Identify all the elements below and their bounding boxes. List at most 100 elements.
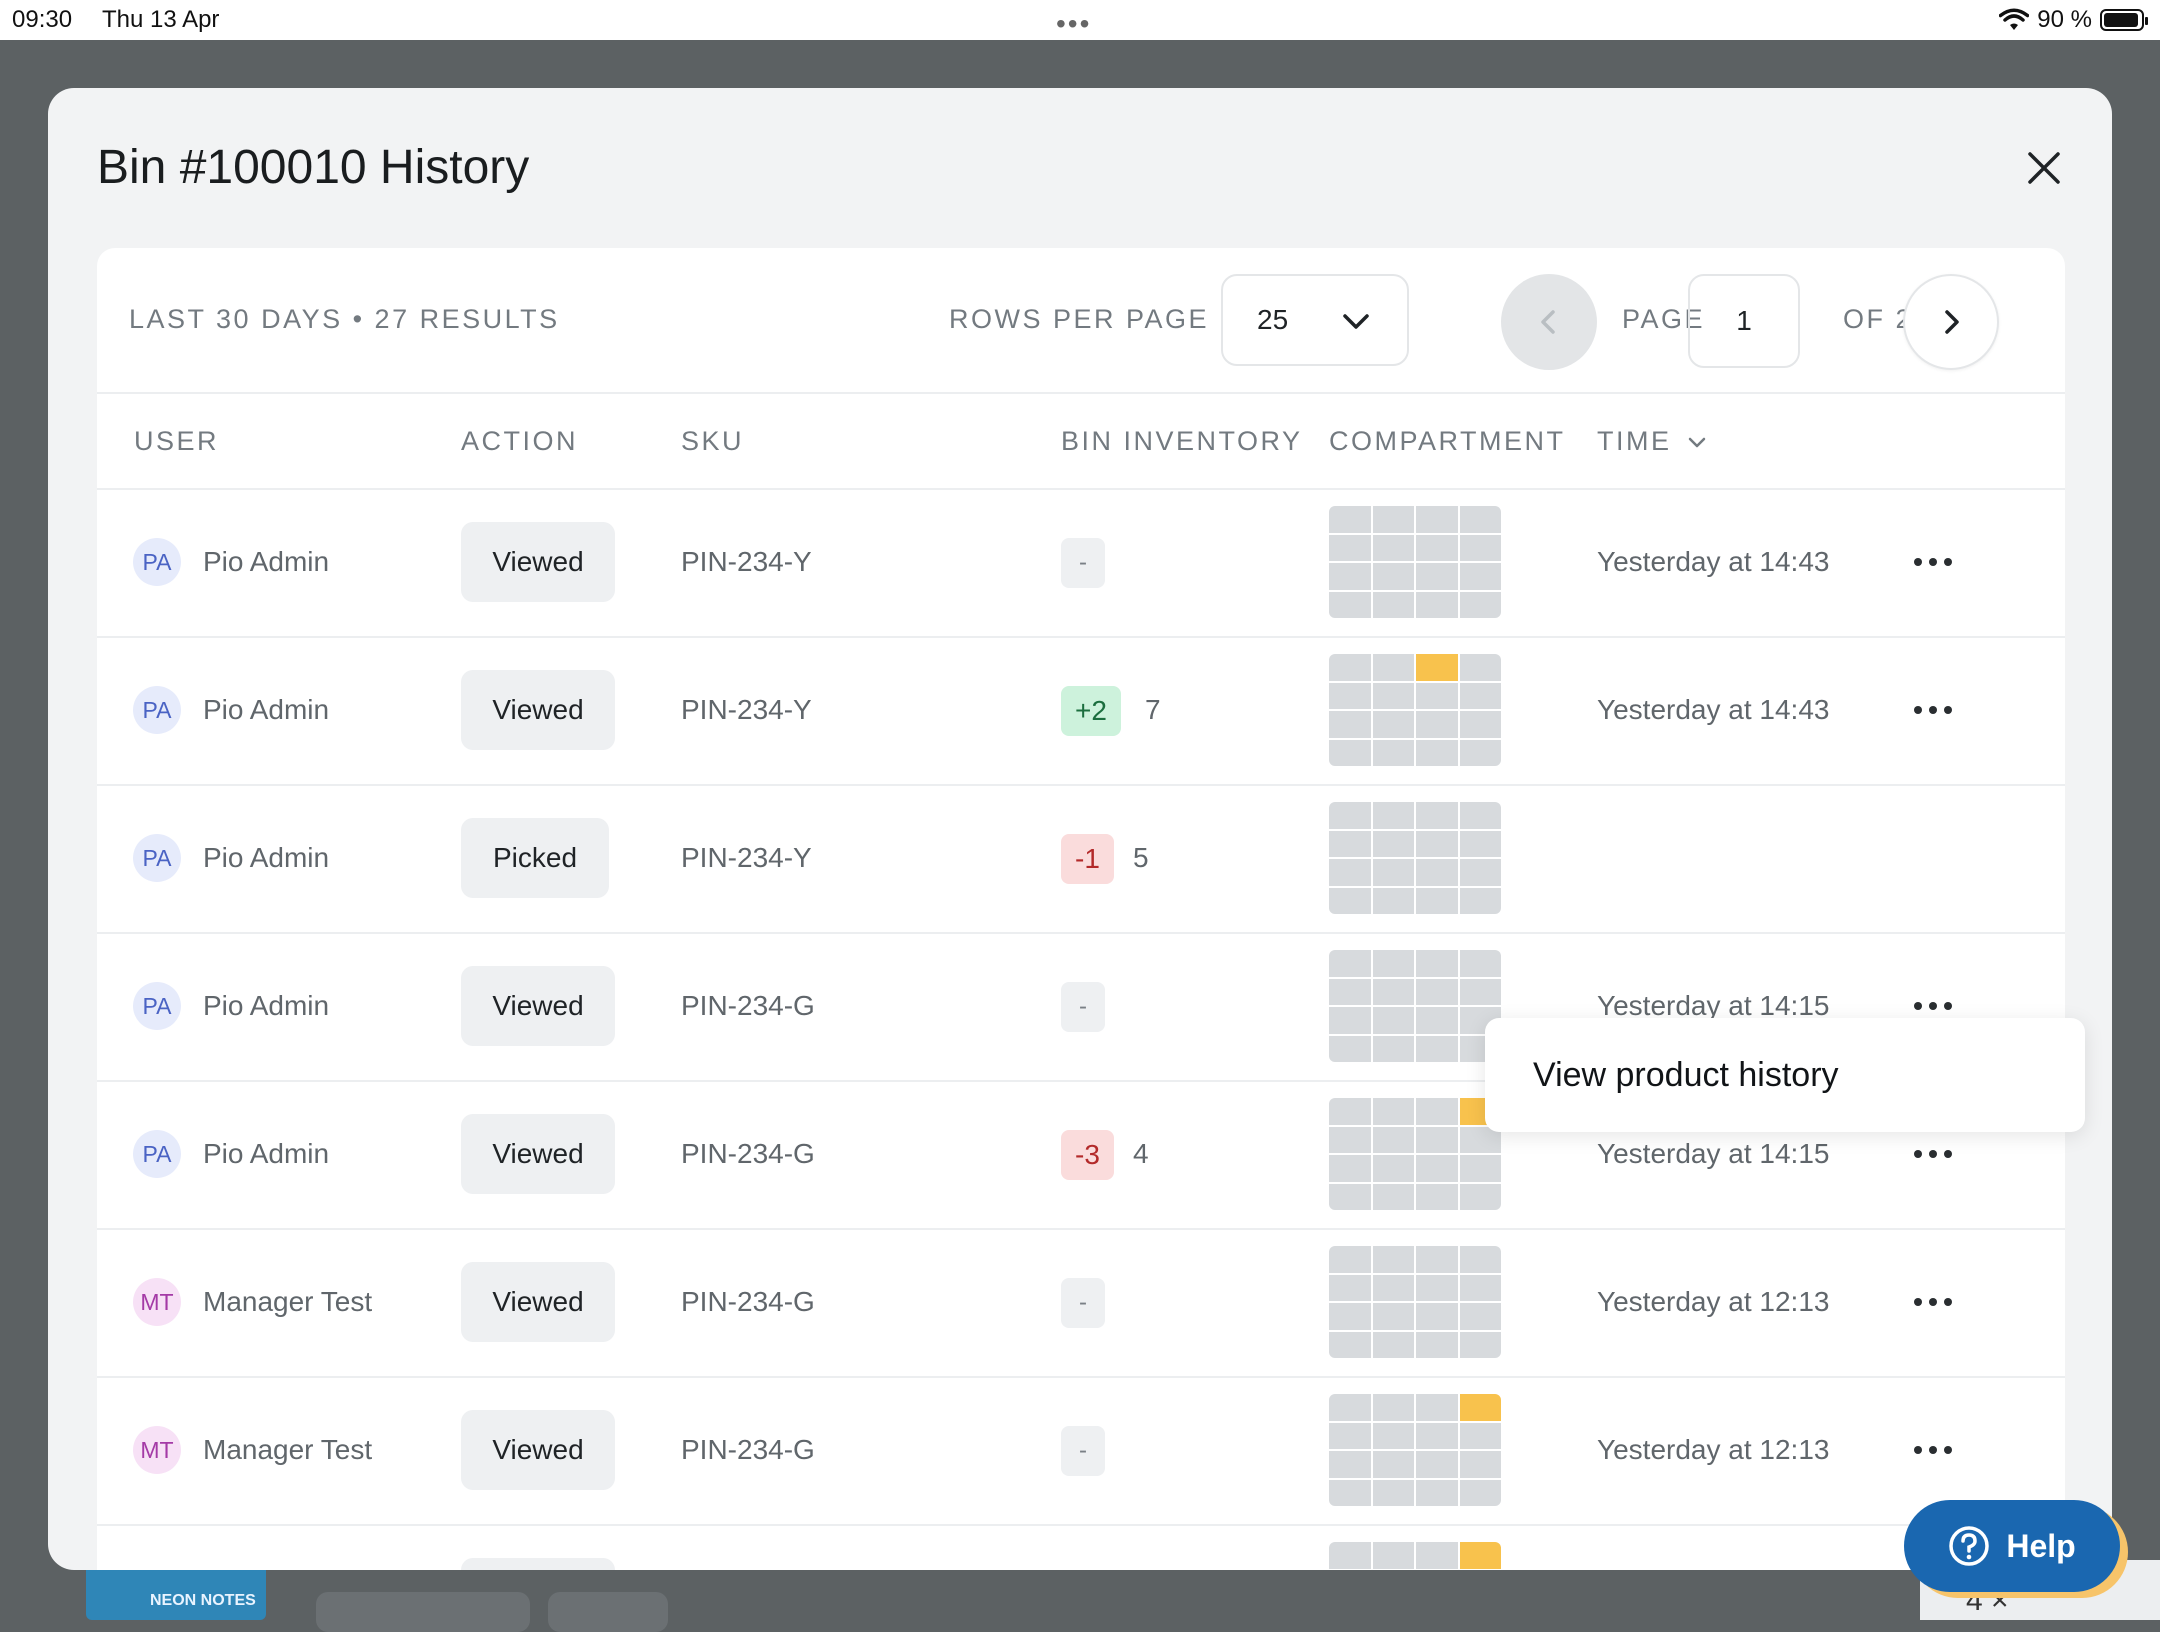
user-name: Manager Test (203, 1286, 373, 1317)
compartment-cell (1416, 1479, 1458, 1506)
avatar: MT (133, 1278, 181, 1326)
compartment-cell (1329, 682, 1371, 709)
compartment-cell (1459, 887, 1501, 914)
compartment-cell (1372, 802, 1414, 829)
sort-chevron-down-icon (1688, 437, 1705, 447)
column-header-bin-inventory[interactable]: BIN INVENTORY (1061, 426, 1303, 457)
compartment-cell (1372, 1303, 1414, 1330)
action-badge: Viewed (461, 670, 615, 750)
compartment-cell (1329, 1422, 1371, 1449)
compartment-cell (1329, 654, 1371, 681)
user-name: Pio Admin (203, 842, 330, 873)
column-header-action[interactable]: ACTION (461, 426, 578, 457)
compartment-cell (1329, 739, 1371, 766)
inventory-delta-badge: -3 (1061, 1130, 1114, 1180)
row-more-button[interactable] (1905, 1422, 1961, 1478)
table-row[interactable]: PA Pio Admin Viewed PIN-234-Y +2 7 Yeste… (97, 636, 2065, 786)
battery-percent: 90 % (2037, 6, 2092, 33)
compartment-cell (1416, 534, 1458, 561)
previous-page-button[interactable] (1501, 274, 1597, 370)
avatar: PA (133, 1130, 181, 1178)
row-more-button[interactable] (1905, 1126, 1961, 1182)
close-button[interactable] (2020, 144, 2068, 192)
page-number-input[interactable]: 1 (1688, 274, 1800, 368)
user-name: Pio Admin (203, 1138, 330, 1169)
compartment-cell (1372, 1183, 1414, 1210)
compartment-cell (1329, 887, 1371, 914)
compartment-grid (1329, 950, 1501, 1062)
view-product-history-menu-item[interactable]: View product history (1485, 1018, 2085, 1132)
inventory-delta-badge: - (1061, 1426, 1105, 1476)
compartment-cell (1372, 534, 1414, 561)
action-badge: Viewed (461, 1262, 615, 1342)
compartment-cell (1329, 1542, 1371, 1569)
table-header: USER ACTION SKU BIN INVENTORY COMPARTMEN… (97, 392, 2065, 490)
compartment-cell (1416, 739, 1458, 766)
inventory-count: 4 (1133, 1138, 1149, 1169)
compartment-cell (1459, 1155, 1501, 1182)
compartment-cell (1372, 1451, 1414, 1478)
column-header-time[interactable]: TIME (1597, 426, 1708, 457)
multitask-dots-icon[interactable]: ••• (1056, 8, 1091, 40)
compartment-cell (1416, 654, 1458, 681)
row-more-button[interactable] (1905, 534, 1961, 590)
compartment-cell (1416, 711, 1458, 738)
compartment-cell (1329, 506, 1371, 533)
avatar: MT (133, 1426, 181, 1474)
table-row[interactable]: MT Manager Test Viewed PIN-234-G - Yeste… (97, 1376, 2065, 1526)
compartment-cell (1459, 1303, 1501, 1330)
compartment-cell (1416, 950, 1458, 977)
compartment-cell (1329, 1126, 1371, 1153)
compartment-cell (1416, 1126, 1458, 1153)
compartment-cell (1372, 563, 1414, 590)
compartment-cell (1372, 682, 1414, 709)
compartment-cell (1459, 1479, 1501, 1506)
row-more-button[interactable] (1905, 1274, 1961, 1330)
compartment-cell (1459, 1542, 1501, 1569)
compartment-cell (1416, 1183, 1458, 1210)
event-time: Yesterday at 14:43 (1597, 546, 1830, 577)
more-horizontal-icon (1914, 1150, 1952, 1158)
compartment-grid (1329, 506, 1501, 618)
more-horizontal-icon (1914, 1298, 1952, 1306)
action-badge: Viewed (461, 1114, 615, 1194)
column-header-compartment[interactable]: COMPARTMENT (1329, 426, 1566, 457)
compartment-cell (1329, 950, 1371, 977)
compartment-cell (1329, 534, 1371, 561)
table-row-partial[interactable] (97, 1524, 2065, 1570)
modal-title: Bin #100010 History (97, 141, 530, 194)
avatar: PA (133, 834, 181, 882)
compartment-cell (1372, 1394, 1414, 1421)
column-header-sku[interactable]: SKU (681, 426, 744, 457)
table-row[interactable]: PA Pio Admin Viewed PIN-234-Y - Yesterda… (97, 488, 2065, 638)
compartment-cell (1372, 1007, 1414, 1034)
next-page-button[interactable] (1903, 274, 1999, 370)
sku-value: PIN-234-G (681, 990, 815, 1021)
compartment-cell (1416, 830, 1458, 857)
compartment-cell (1416, 682, 1458, 709)
compartment-cell (1416, 978, 1458, 1005)
background-pill (548, 1592, 668, 1632)
sku-value: PIN-234-Y (681, 546, 812, 577)
compartment-cell (1329, 1098, 1371, 1125)
compartment-cell (1329, 1246, 1371, 1273)
compartment-cell (1459, 830, 1501, 857)
compartment-grid (1329, 654, 1501, 766)
compartment-cell (1329, 1183, 1371, 1210)
compartment-cell (1372, 950, 1414, 977)
help-button[interactable]: Help (1904, 1500, 2120, 1592)
compartment-cell (1329, 1394, 1371, 1421)
more-horizontal-icon (1914, 706, 1952, 714)
close-icon (2028, 152, 2060, 184)
rows-per-page-select[interactable]: 25 (1221, 274, 1409, 366)
compartment-cell (1372, 1155, 1414, 1182)
row-more-button[interactable] (1905, 682, 1961, 738)
compartment-grid (1329, 802, 1501, 914)
compartment-cell (1372, 1422, 1414, 1449)
compartment-cell (1459, 1246, 1501, 1273)
compartment-cell (1329, 1035, 1371, 1062)
table-row[interactable]: MT Manager Test Viewed PIN-234-G - Yeste… (97, 1228, 2065, 1378)
table-toolbar: LAST 30 DAYS • 27 RESULTS ROWS PER PAGE … (97, 248, 2065, 394)
table-row[interactable]: PA Pio Admin Picked PIN-234-Y -1 5 (97, 784, 2065, 934)
column-header-user[interactable]: USER (134, 426, 219, 457)
